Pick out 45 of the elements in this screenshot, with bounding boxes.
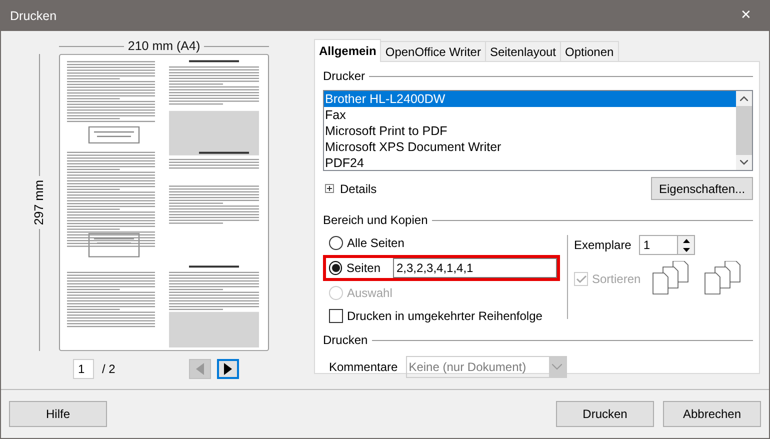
- checkbox-label[interactable]: Drucken in umgekehrter Reihenfolge: [347, 308, 542, 322]
- radio-label[interactable]: Alle Seiten: [347, 236, 404, 250]
- section-heading: Bereich und Kopien: [323, 213, 428, 227]
- tab[interactable]: Optionen: [560, 41, 619, 61]
- tab[interactable]: OpenOffice Writer: [380, 41, 486, 61]
- comments-label: Kommentare: [329, 360, 398, 374]
- page-height-label: 297 mm: [32, 178, 46, 228]
- radio-label[interactable]: Seiten: [346, 261, 380, 275]
- close-button[interactable]: ✕: [723, 0, 769, 31]
- window-title: Drucken: [9, 8, 58, 22]
- printer-item[interactable]: Brother HL-L2400DW: [324, 91, 736, 107]
- caret-right-icon: [224, 363, 232, 375]
- spin-up-icon[interactable]: [682, 238, 690, 242]
- scroll-up-icon[interactable]: [740, 96, 748, 101]
- details-toggle[interactable]: Details: [340, 182, 377, 196]
- radio-button[interactable]: [329, 236, 343, 250]
- cancel-button[interactable]: Abbrechen: [663, 401, 761, 427]
- spin-buttons[interactable]: [677, 235, 696, 255]
- copies-label: Exemplare: [574, 238, 632, 252]
- pages-field[interactable]: 2,3,2,3,4,1,4,1: [392, 258, 557, 278]
- page-width-label: 210 mm (A4): [128, 39, 200, 53]
- checkbox[interactable]: [329, 308, 343, 322]
- copies-field[interactable]: 1: [639, 235, 678, 255]
- printer-item[interactable]: Fax: [324, 107, 736, 123]
- help-button[interactable]: Hilfe: [9, 401, 107, 427]
- tab[interactable]: Seitenlayout: [484, 41, 561, 61]
- page-number-field[interactable]: 1: [73, 359, 94, 379]
- print-button[interactable]: Drucken: [556, 401, 654, 427]
- expand-icon[interactable]: [325, 184, 334, 193]
- scrollbar[interactable]: [736, 91, 752, 170]
- chevron-down-icon: [552, 364, 562, 370]
- section-heading: Drucker: [323, 69, 366, 83]
- spin-down-icon[interactable]: [682, 248, 690, 252]
- properties-button[interactable]: Eigenschaften...: [651, 177, 753, 200]
- printer-item[interactable]: Microsoft Print to PDF: [324, 123, 736, 139]
- printer-item[interactable]: PDF24: [324, 155, 736, 171]
- printer-list[interactable]: Brother HL-L2400DW Fax Microsoft Print to PDF Microsoft XPS Document Writer PDF24: [323, 90, 753, 171]
- section-heading: Drucken: [323, 333, 368, 347]
- tab[interactable]: Allgemein: [314, 39, 382, 62]
- page-count: / 2: [101, 362, 116, 376]
- next-page-button[interactable]: [217, 359, 239, 379]
- scroll-down-icon[interactable]: [740, 160, 748, 165]
- radio-button[interactable]: [329, 261, 342, 275]
- caret-left-icon: [196, 363, 204, 375]
- printer-item[interactable]: Microsoft XPS Document Writer: [324, 139, 736, 155]
